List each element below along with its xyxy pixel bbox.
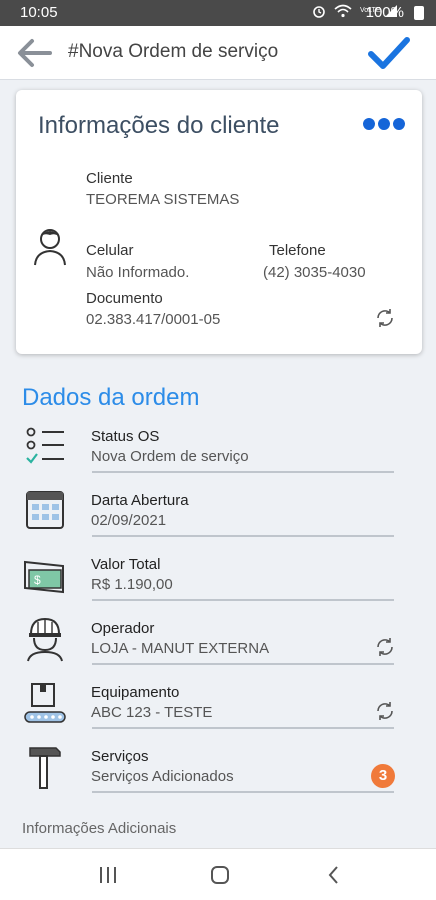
status-bar: 10:05 VoLTE 100% [0,0,436,26]
svg-text:$: $ [34,573,41,587]
celular-value: Não Informado. [86,264,190,281]
field-underline [92,599,394,601]
valor-total-value: R$ 1.190,00 [91,576,173,593]
field-underline [92,471,394,473]
equipamento-label: Equipamento [91,684,180,701]
check-icon[interactable] [365,32,413,74]
status-os-value: Nova Ordem de serviço [91,448,249,465]
field-underline [92,727,394,729]
operator-helmet-icon [27,617,63,662]
box-conveyor-icon [24,683,66,723]
field-underline [92,535,394,537]
telefone-label: Telefone [269,242,326,259]
more-options-icon[interactable] [363,118,405,130]
equipamento-field[interactable]: Equipamento ABC 123 - TESTE [0,680,436,740]
operador-label: Operador [91,620,155,637]
back-nav-icon[interactable] [322,863,346,887]
cliente-label: Cliente [86,170,133,187]
refresh-operador-icon[interactable] [374,636,396,658]
status-os-label: Status OS [91,428,160,445]
data-abertura-field[interactable]: Darta Abertura 02/09/2021 [0,488,436,548]
refresh-equipamento-icon[interactable] [374,700,396,722]
client-info-card: Informações do cliente Cliente TEOREMA S… [16,90,422,354]
system-nav-bar [0,848,436,900]
page-title: #Nova Ordem de serviço [68,41,279,62]
app-bar: #Nova Ordem de serviço [0,26,436,80]
status-os-field[interactable]: Status OS Nova Ordem de serviço [0,424,436,484]
equipamento-value: ABC 123 - TESTE [91,704,213,721]
telefone-value: (42) 3035-4030 [263,264,366,281]
servicos-count-badge: 3 [371,764,395,788]
celular-label: Celular [86,242,134,259]
valor-total-label: Valor Total [91,556,161,573]
checklist-icon [26,427,64,464]
field-underline [92,791,394,793]
battery-percent: 100% [365,4,404,21]
servicos-value: Serviços Adicionados [91,768,234,785]
home-icon[interactable] [208,863,232,887]
field-underline [92,663,394,665]
hammer-icon [29,747,61,789]
valor-total-field: $ Valor Total R$ 1.190,00 [0,552,436,612]
client-card-title: Informações do cliente [38,112,280,139]
servicos-field[interactable]: Serviços Serviços Adicionados 3 [0,744,436,804]
refresh-client-icon[interactable] [374,307,396,329]
operador-field[interactable]: Operador LOJA - MANUT EXTERNA [0,616,436,676]
status-time: 10:05 [20,4,58,21]
cliente-value: TEOREMA SISTEMAS [86,191,240,208]
servicos-label: Serviços [91,748,149,765]
money-icon: $ [24,560,64,594]
calendar-icon [26,491,64,529]
arrow-left-icon[interactable] [14,35,54,71]
recent-apps-icon[interactable] [96,863,120,887]
person-icon [34,229,66,266]
wifi-icon [334,4,352,18]
order-section-title: Dados da ordem [22,384,200,411]
documento-value: 02.383.417/0001-05 [86,311,221,328]
data-abertura-label: Darta Abertura [91,492,189,509]
battery-icon [414,6,424,20]
data-abertura-value: 02/09/2021 [91,512,167,529]
documento-label: Documento [86,290,163,307]
operador-value: LOJA - MANUT EXTERNA [91,640,270,657]
additional-info-label[interactable]: Informações Adicionais [22,820,176,837]
alarm-icon [313,6,325,18]
